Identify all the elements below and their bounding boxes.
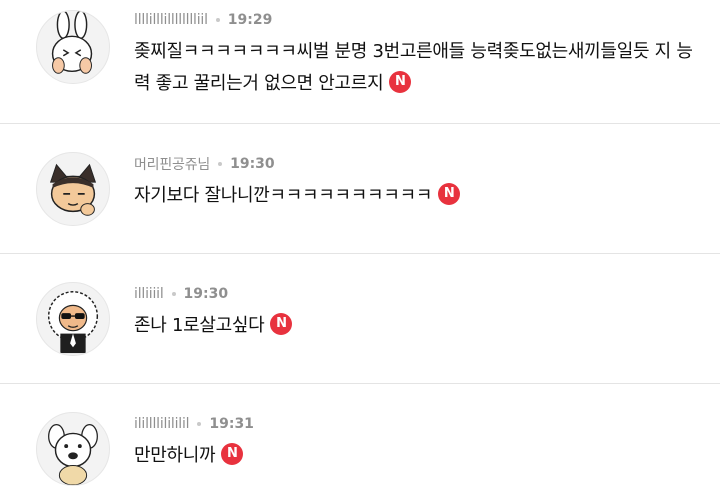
comment-text-container: 좆찌질ㅋㅋㅋㅋㅋㅋㅋ씨벌 분명 3번고른애들 능력좆도없는새끼들일듯 지 능력 … <box>134 36 694 100</box>
comment-item: illiiiil 19:30 존나 1로살고싶다 N <box>0 254 720 384</box>
separator-dot <box>197 422 202 426</box>
comment-text: 만만하니까 <box>134 445 216 466</box>
comment-nickname[interactable]: llllilllilllllllliil <box>134 12 208 28</box>
new-badge: N <box>389 71 412 93</box>
comment-item: ilillllilililil 19:31 만만하니까 N <box>0 384 720 490</box>
new-badge: N <box>221 443 244 465</box>
comment-time: 19:29 <box>227 12 273 28</box>
comment-meta: ilillllilililil 19:31 <box>134 414 254 434</box>
comment-text: 좆찌질ㅋㅋㅋㅋㅋㅋㅋ씨벌 분명 3번고른애들 능력좆도없는새끼들일듯 지 능력 … <box>134 41 693 94</box>
rabbit-character-icon[interactable] <box>36 10 110 84</box>
separator-dot <box>218 162 223 166</box>
comment-time: 19:31 <box>209 416 254 432</box>
comment-text: 존나 1로살고싶다 <box>134 315 265 336</box>
new-badge: N <box>438 183 461 205</box>
comment-text-container: 존나 1로살고싶다 N <box>134 310 694 342</box>
comment-text-container: 자기보다 잘나니깐ㅋㅋㅋㅋㅋㅋㅋㅋㅋㅋ N <box>134 180 694 212</box>
cat-character-icon[interactable] <box>36 152 110 226</box>
separator-dot <box>215 18 220 22</box>
comment-meta: llllilllilllllllliil 19:29 <box>134 10 272 30</box>
comment-meta: 머리핀공쥬님 19:30 <box>134 154 275 174</box>
comment-nickname[interactable]: 머리핀공쥬님 <box>134 154 210 174</box>
comment-nickname[interactable]: ilillllilililil <box>134 416 190 432</box>
comment-time: 19:30 <box>230 156 275 172</box>
comment-list: llllilllilllllllliil 19:29 좆찌질ㅋㅋㅋㅋㅋㅋㅋ씨벌 … <box>0 0 720 490</box>
comment-item: 머리핀공쥬님 19:30 자기보다 잘나니깐ㅋㅋㅋㅋㅋㅋㅋㅋㅋㅋ N <box>0 124 720 254</box>
new-badge: N <box>270 313 293 335</box>
separator-dot <box>171 292 176 296</box>
comment-time: 19:30 <box>183 286 229 302</box>
comment-text-container: 만만하니까 N <box>134 440 694 472</box>
dog-character-icon[interactable] <box>36 412 110 486</box>
lion-sunglasses-character-icon[interactable] <box>36 282 110 356</box>
comment-text: 자기보다 잘나니깐ㅋㅋㅋㅋㅋㅋㅋㅋㅋㅋ <box>134 185 433 206</box>
comment-meta: illiiiil 19:30 <box>134 284 228 304</box>
comment-nickname[interactable]: illiiiil <box>134 286 164 302</box>
comment-item: llllilllilllllllliil 19:29 좆찌질ㅋㅋㅋㅋㅋㅋㅋ씨벌 … <box>0 0 720 124</box>
